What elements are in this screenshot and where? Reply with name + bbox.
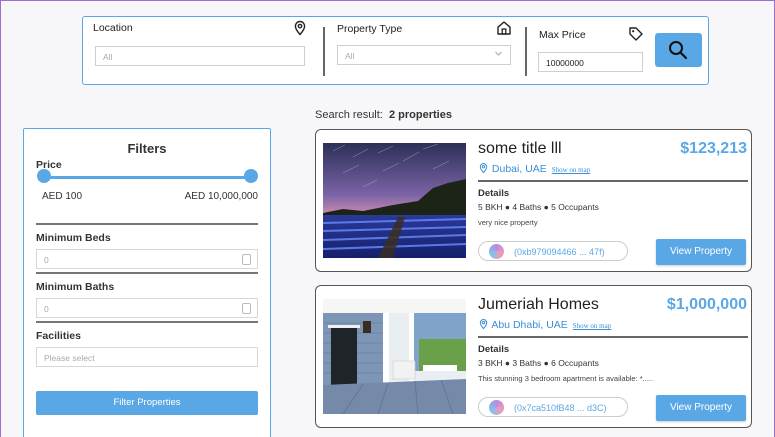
price-slider-max-handle[interactable]: [244, 169, 258, 183]
min-beds-input[interactable]: 0: [36, 249, 258, 269]
max-price-label: Max Price: [539, 29, 586, 41]
search-result-prefix: Search result:: [315, 109, 383, 121]
owner-address-pill[interactable]: (0x7ca510fB48 ... d3C): [478, 397, 628, 417]
details-heading: Details: [478, 344, 510, 355]
search-button[interactable]: [655, 33, 702, 67]
min-baths-label: Minimum Baths: [36, 281, 115, 293]
details-heading: Details: [478, 188, 510, 199]
location-text: Abu Dhabi, UAE: [491, 319, 568, 331]
property-location: Abu Dhabi, UAE Show on map: [478, 318, 611, 331]
home-icon: [496, 20, 512, 36]
min-beds-label: Minimum Beds: [36, 232, 111, 244]
search-icon: [669, 41, 688, 60]
price-max-value: AED 10,000,000: [184, 191, 258, 202]
property-details: 3 BKH ● 3 Baths ● 6 Occupants: [478, 358, 599, 368]
divider: [36, 272, 258, 274]
search-result-summary: Search result: 2 properties: [315, 109, 452, 121]
property-title[interactable]: some title lll: [478, 140, 562, 158]
facilities-label: Facilities: [36, 330, 81, 342]
location-label: Location: [93, 22, 133, 34]
owner-address: (0xb979094466 ... 47f): [514, 247, 605, 257]
max-price-input[interactable]: 10000000: [538, 52, 643, 72]
price-slider-track[interactable]: [43, 176, 252, 179]
view-property-button[interactable]: View Property: [656, 395, 746, 421]
property-image[interactable]: [323, 299, 466, 414]
owner-address: (0x7ca510fB48 ... d3C): [514, 403, 607, 413]
min-baths-value: 0: [44, 304, 49, 314]
filters-panel: Filters Price AED 100 AED 10,000,000 Min…: [23, 128, 271, 437]
search-bar: Location All Property Type All Max Price…: [82, 16, 709, 85]
avatar: [489, 400, 504, 415]
location-section: Location All: [83, 17, 323, 84]
owner-address-pill[interactable]: (0xb979094466 ... 47f): [478, 241, 628, 261]
divider: [36, 223, 258, 225]
chevron-down-icon: [494, 49, 503, 60]
divider: [478, 336, 748, 338]
property-type-select[interactable]: All: [337, 45, 511, 65]
location-pin-icon: [479, 319, 488, 330]
avatar: [489, 244, 504, 259]
property-price: $123,213: [680, 140, 747, 157]
property-type-section: Property Type All: [325, 17, 525, 84]
location-input[interactable]: All: [95, 46, 305, 66]
show-on-map-link[interactable]: Show on map: [573, 322, 612, 330]
min-baths-input[interactable]: 0: [36, 298, 258, 318]
property-details: 5 BKH ● 4 Baths ● 5 Occupants: [478, 202, 599, 212]
property-location: Dubai, UAE Show on map: [478, 162, 590, 175]
property-price: $1,000,000: [666, 296, 747, 313]
property-type-label: Property Type: [337, 23, 403, 35]
price-tag-icon: [628, 26, 644, 42]
min-beds-value: 0: [44, 255, 49, 265]
property-type-value: All: [345, 51, 355, 61]
max-price-section: Max Price 10000000: [527, 17, 652, 84]
filters-title: Filters: [127, 141, 167, 156]
divider: [36, 321, 258, 323]
location-pin-icon: [479, 163, 488, 174]
facilities-select[interactable]: Please select: [36, 347, 258, 367]
property-title[interactable]: Jumeriah Homes: [478, 296, 599, 314]
view-property-button[interactable]: View Property: [656, 239, 746, 265]
divider: [478, 180, 748, 182]
filter-properties-button[interactable]: Filter Properties: [36, 391, 258, 415]
location-pin-icon: [292, 20, 308, 36]
property-description: very nice property: [478, 218, 538, 227]
price-slider-min-handle[interactable]: [37, 169, 51, 183]
property-image[interactable]: [323, 143, 466, 258]
property-card: Jumeriah Homes $1,000,000 Abu Dhabi, UAE…: [315, 285, 752, 428]
stepper-icon[interactable]: [242, 303, 251, 314]
property-card: some title lll $123,213 Dubai, UAE Show …: [315, 129, 752, 272]
property-description: This stunning 3 bedroom apartment is ava…: [478, 374, 654, 383]
price-min-value: AED 100: [42, 191, 83, 202]
stepper-icon[interactable]: [242, 254, 251, 265]
search-result-count: 2 properties: [389, 109, 452, 121]
location-text: Dubai, UAE: [491, 163, 547, 175]
show-on-map-link[interactable]: Show on map: [552, 166, 591, 174]
